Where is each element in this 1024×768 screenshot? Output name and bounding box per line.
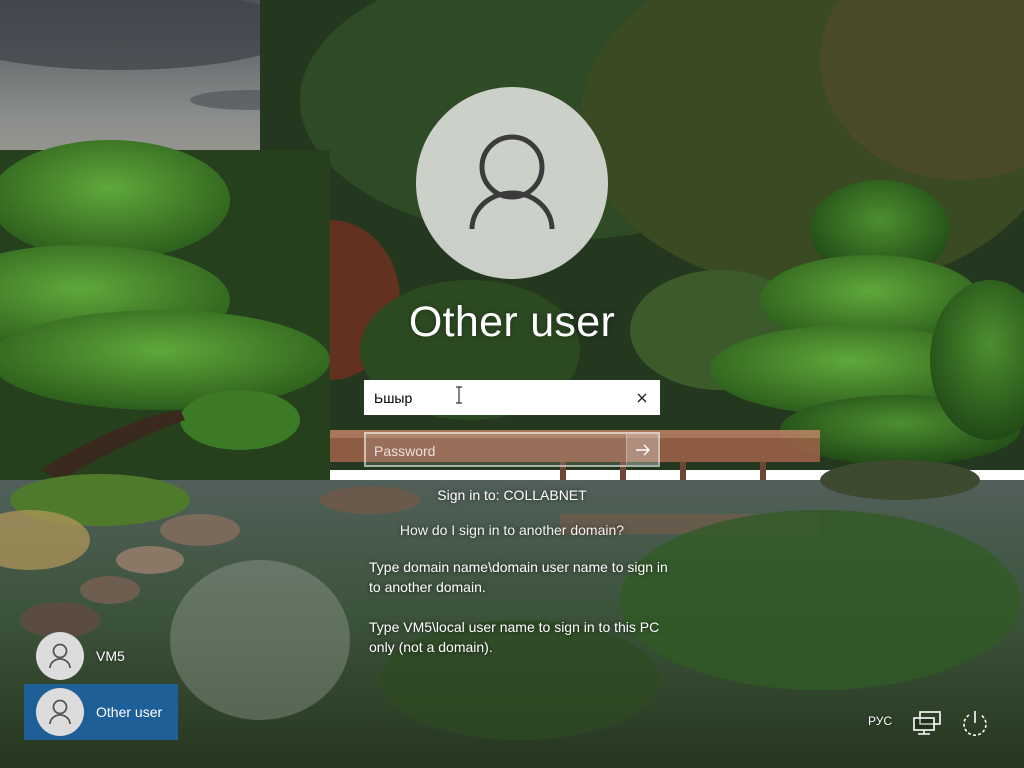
- sign-in-domain-text: Sign in to: COLLABNET: [437, 487, 587, 503]
- avatar: [36, 632, 84, 680]
- network-button[interactable]: [910, 706, 944, 740]
- password-field[interactable]: [364, 432, 660, 467]
- power-icon: [963, 711, 987, 736]
- close-icon: [637, 393, 647, 403]
- user-tile-label: VM5: [96, 648, 125, 664]
- user-tile-other-user[interactable]: Other user: [24, 684, 178, 740]
- language-indicator[interactable]: РУС: [860, 714, 900, 728]
- text-cursor-icon: [456, 386, 462, 404]
- user-name-title: Other user: [408, 298, 616, 346]
- network-icon: [913, 711, 941, 735]
- submit-button[interactable]: [626, 434, 658, 465]
- user-avatar: [416, 87, 608, 279]
- power-button[interactable]: [958, 706, 992, 740]
- domain-help-link[interactable]: How do I sign in to another domain?: [312, 522, 712, 538]
- password-input[interactable]: [374, 441, 614, 461]
- user-tile-vm5[interactable]: VM5: [24, 628, 178, 684]
- user-tile-label: Other user: [96, 704, 163, 720]
- user-icon: [469, 134, 555, 230]
- help-text-domain: Type domain name\domain user name to sig…: [369, 559, 668, 595]
- username-field[interactable]: [364, 380, 660, 415]
- username-input[interactable]: [374, 388, 614, 408]
- arrow-right-icon: [635, 444, 650, 455]
- avatar: [36, 688, 84, 736]
- user-icon: [49, 699, 71, 725]
- user-icon: [49, 643, 71, 669]
- help-text-local: Type VM5\local user name to sign in to t…: [369, 619, 660, 655]
- clear-button[interactable]: [630, 386, 654, 410]
